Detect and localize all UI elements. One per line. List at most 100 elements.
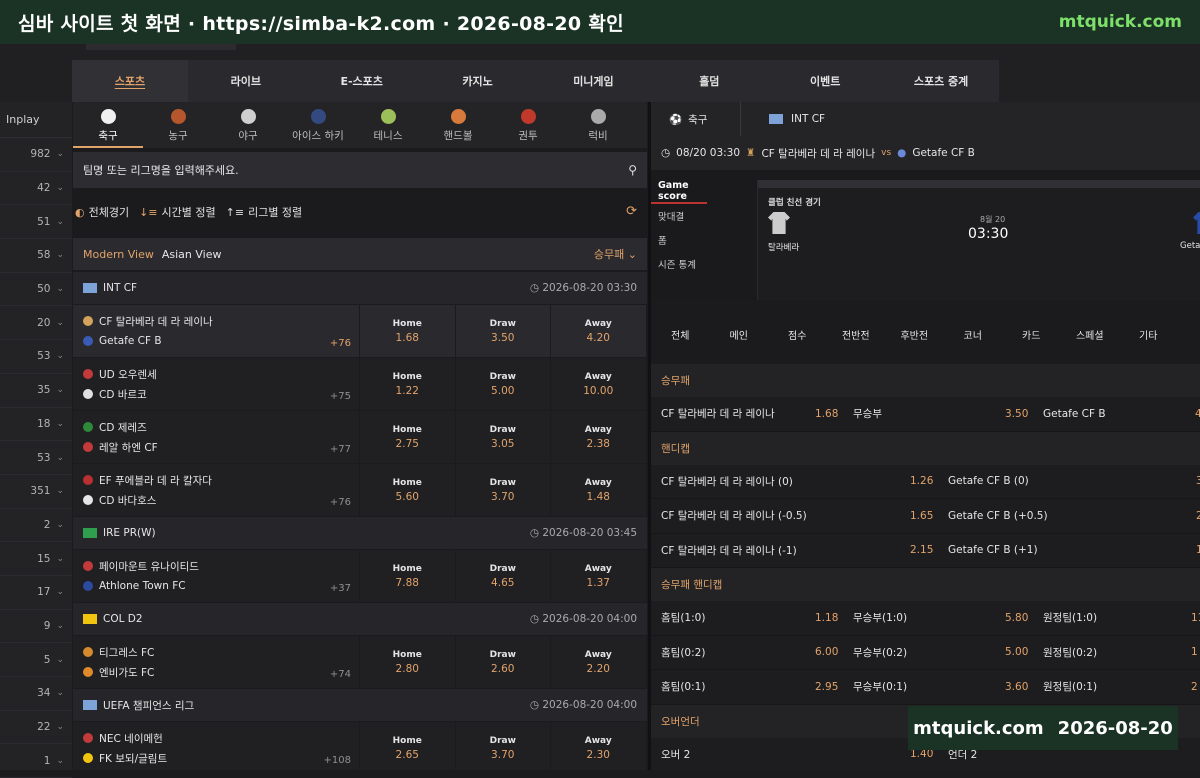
inplay-row[interactable]: 53 ⌄ (0, 340, 72, 374)
sport-tab[interactable]: 축구 (73, 102, 143, 148)
m1-draw[interactable]: 무승부 (853, 406, 882, 421)
sport-tab[interactable]: 오지 (633, 102, 647, 148)
match-teams[interactable]: EF 푸에블라 데 라 칼자다 CD 바다호스 +76 (73, 464, 360, 516)
nav-item[interactable]: 스포츠 (72, 60, 188, 102)
handicap-a[interactable]: Getafe CF B (0) (948, 475, 1029, 487)
hc-1x2-ao[interactable]: 2 (1191, 681, 1198, 693)
match-row[interactable]: EF 푸에블라 데 라 칼자다 CD 바다호스 +76 Home 5.60 Draw 3.7… (73, 464, 647, 517)
odds-home-button[interactable]: Home 2.65 (360, 722, 456, 770)
market-tab[interactable]: 스페셜 (1061, 327, 1120, 342)
more-markets[interactable]: +76 (330, 497, 351, 508)
odds-draw-button[interactable]: Draw 3.70 (456, 722, 551, 770)
inplay-row[interactable]: 42 ⌄ (0, 172, 72, 206)
sport-tab[interactable]: 핸드볼 (423, 102, 493, 148)
match-row[interactable]: CD 제레즈 레알 하엔 CF +77 Home 2.75 Draw 3.05 Away 2.3… (73, 411, 647, 464)
right-sport-tab[interactable]: ⚽ 축구 (651, 102, 741, 136)
hc-1x2-h[interactable]: 홈팀(0:2) (661, 645, 705, 660)
hc-1x2-do[interactable]: 3.60 (1005, 681, 1028, 693)
match-teams[interactable]: UD 오우렌세 CD 바르코 +75 (73, 358, 360, 410)
hc-1x2-d[interactable]: 무승부(1:0) (853, 610, 907, 625)
inplay-row[interactable]: 18 ⌄ (0, 408, 72, 442)
hc-1x2-ho[interactable]: 1.18 (815, 612, 838, 624)
m4-over[interactable]: 오버 2 (661, 747, 690, 762)
search-input[interactable] (83, 163, 603, 177)
more-markets[interactable]: +108 (324, 755, 351, 766)
odds-away-button[interactable]: Away 2.20 (551, 636, 647, 688)
modern-view-button[interactable]: Modern View (83, 248, 154, 261)
m1-home[interactable]: CF 탈라베라 데 라 레이나 (661, 406, 775, 421)
handicap-ho[interactable]: 1.26 (910, 475, 933, 487)
odds-home-button[interactable]: Home 1.22 (360, 358, 456, 410)
hc-1x2-d[interactable]: 무승부(0:1) (853, 679, 907, 694)
league-header[interactable]: IRE PR(W) 2026-08-20 03:45 (73, 517, 647, 550)
handicap-ao[interactable]: 1 (1196, 544, 1200, 556)
inplay-row[interactable]: 35 ⌄ (0, 374, 72, 408)
hc-1x2-d[interactable]: 무승부(0:2) (853, 645, 907, 660)
odds-home-button[interactable]: Home 2.75 (360, 411, 456, 463)
inplay-row[interactable]: 5 ⌄ (0, 643, 72, 677)
match-row[interactable]: CF 탈라베라 데 라 레이나 Getafe CF B +76 Home 1.68 Dra… (73, 305, 647, 358)
more-markets[interactable]: +77 (330, 444, 351, 455)
m1-draw-odds[interactable]: 3.50 (1005, 408, 1028, 420)
odds-away-button[interactable]: Away 2.30 (551, 722, 647, 770)
hc-1x2-do[interactable]: 5.00 (1005, 646, 1028, 658)
handicap-a[interactable]: Getafe CF B (+1) (948, 544, 1038, 556)
market-tab[interactable]: 전반전 (827, 327, 886, 342)
nav-item[interactable]: 라이브 (188, 60, 304, 102)
right-league-tab[interactable]: INT CF (741, 113, 825, 125)
info-tab[interactable]: Game score (651, 180, 707, 204)
nav-item[interactable]: 스포츠 중계 (883, 60, 999, 102)
inplay-row[interactable]: 34 ⌄ (0, 677, 72, 711)
league-header[interactable]: UEFA 챔피언스 리그 2026-08-20 04:00 (73, 689, 647, 722)
inplay-row[interactable]: 982 ⌄ (0, 138, 72, 172)
sport-tab[interactable]: 야구 (213, 102, 283, 148)
market-tab[interactable]: 전체 (651, 327, 710, 342)
handicap-h[interactable]: CF 탈라베라 데 라 레이나 (-1) (661, 543, 797, 558)
odds-away-button[interactable]: Away 10.00 (551, 358, 647, 410)
sort-all-button[interactable]: ◐ 전체경기 (75, 204, 129, 220)
info-tab[interactable]: 폼 (651, 228, 755, 252)
asian-view-button[interactable]: Asian View (162, 248, 222, 261)
info-tab[interactable]: 맞대결 (651, 204, 755, 228)
hc-1x2-ho[interactable]: 2.95 (815, 681, 838, 693)
odds-away-button[interactable]: Away 1.48 (551, 464, 647, 516)
sport-tab[interactable]: 아이스 하키 (283, 102, 353, 148)
hc-1x2-a[interactable]: 원정팀(0:1) (1043, 679, 1097, 694)
odds-draw-button[interactable]: Draw 4.65 (456, 550, 551, 602)
odds-draw-button[interactable]: Draw 5.00 (456, 358, 551, 410)
inplay-row[interactable]: 50 ⌄ (0, 273, 72, 307)
match-row[interactable]: UD 오우렌세 CD 바르코 +75 Home 1.22 Draw 5.00 Away 10.0… (73, 358, 647, 411)
market-tab[interactable]: 카드 (1002, 327, 1061, 342)
league-header[interactable]: COL D2 2026-08-20 04:00 (73, 603, 647, 636)
sport-tab[interactable]: 권투 (493, 102, 563, 148)
sort-league-button[interactable]: ↑≡ 리그별 정렬 (226, 204, 303, 220)
handicap-a[interactable]: Getafe CF B (+0.5) (948, 510, 1048, 522)
m1-away-odds[interactable]: 4 (1195, 408, 1200, 420)
handicap-ho[interactable]: 1.65 (910, 510, 933, 522)
market-select[interactable]: 승무패 ⌄ (594, 246, 637, 262)
odds-away-button[interactable]: Away 1.37 (551, 550, 647, 602)
inplay-row[interactable]: 351 ⌄ (0, 475, 72, 509)
hc-1x2-h[interactable]: 홈팀(0:1) (661, 679, 705, 694)
handicap-ao[interactable]: 3 (1196, 475, 1200, 487)
hc-1x2-ao[interactable]: 11 (1191, 612, 1200, 624)
odds-home-button[interactable]: Home 5.60 (360, 464, 456, 516)
match-teams[interactable]: 티그레스 FC 엔비가도 FC +74 (73, 636, 360, 688)
odds-home-button[interactable]: Home 2.80 (360, 636, 456, 688)
more-markets[interactable]: +76 (330, 338, 351, 349)
inplay-row[interactable]: 17 ⌄ (0, 576, 72, 610)
nav-item[interactable]: 카지노 (420, 60, 536, 102)
inplay-row[interactable]: 22 ⌄ (0, 711, 72, 745)
odds-draw-button[interactable]: Draw 2.60 (456, 636, 551, 688)
handicap-ho[interactable]: 2.15 (910, 544, 933, 556)
league-header[interactable]: INT CF 2026-08-20 03:30 (73, 272, 647, 305)
m1-home-odds[interactable]: 1.68 (815, 408, 838, 420)
match-teams[interactable]: CD 제레즈 레알 하엔 CF +77 (73, 411, 360, 463)
sort-time-button[interactable]: ↓≡ 시간별 정렬 (139, 204, 216, 220)
sport-tab[interactable]: 럭비 (563, 102, 633, 148)
odds-away-button[interactable]: Away 2.38 (551, 411, 647, 463)
match-row[interactable]: NEC 네이메헌 FK 보되/글림트 +108 Home 2.65 Draw 3.70 Awa… (73, 722, 647, 770)
hc-1x2-a[interactable]: 원정팀(0:2) (1043, 645, 1097, 660)
nav-item[interactable]: 미니게임 (536, 60, 652, 102)
odds-draw-button[interactable]: Draw 3.50 (456, 305, 551, 357)
